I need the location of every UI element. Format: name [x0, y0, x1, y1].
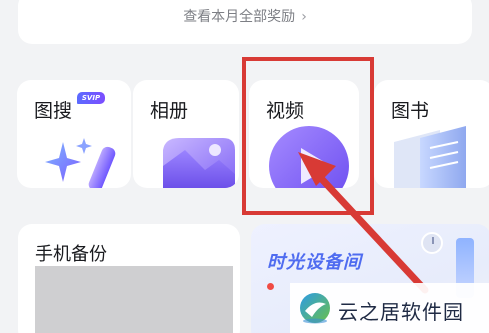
watermark: 云之居软件园 [290, 283, 489, 333]
watermark-text: 云之居软件园 [338, 300, 464, 324]
site-logo-icon [300, 293, 330, 324]
